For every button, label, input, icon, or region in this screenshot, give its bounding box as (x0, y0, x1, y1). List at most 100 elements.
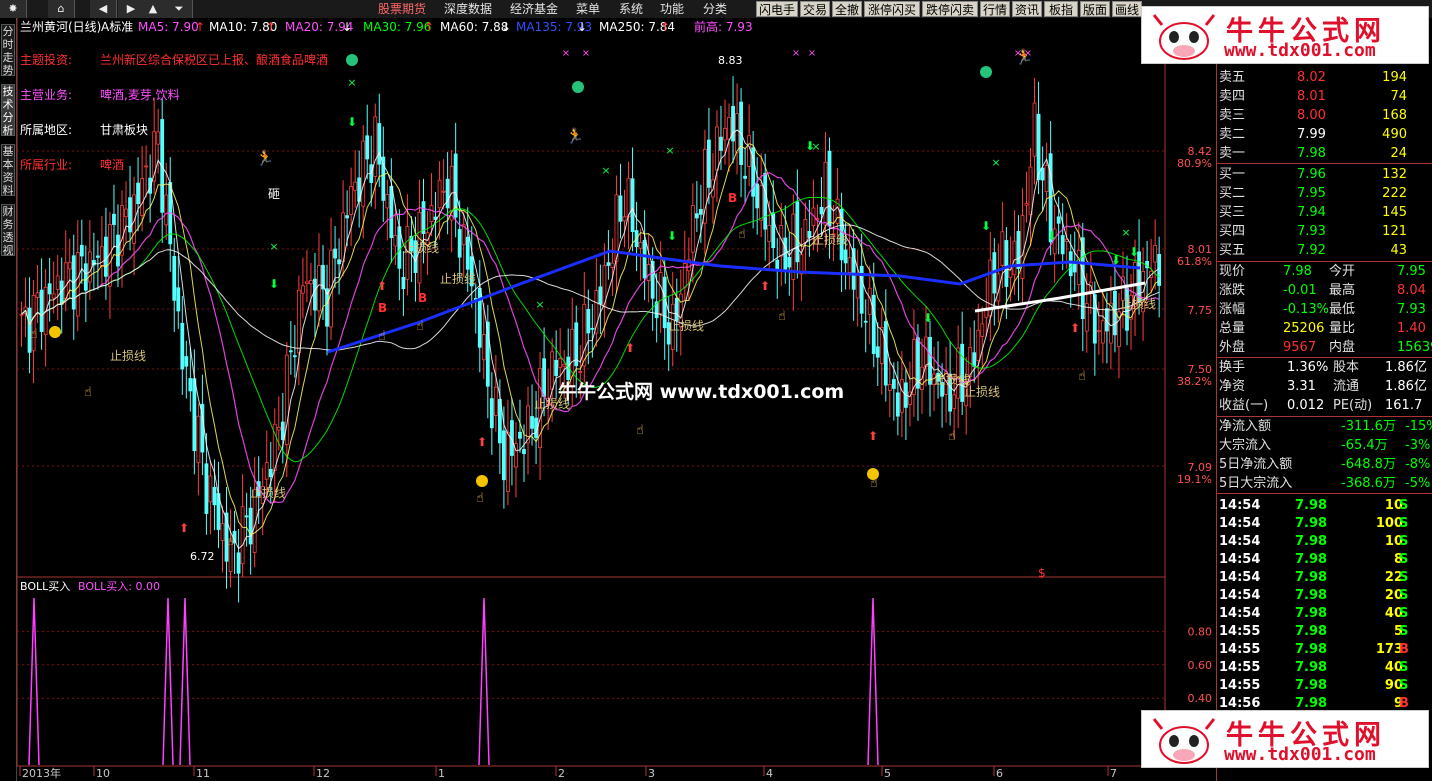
candle-body (1020, 215, 1025, 279)
candle-body (1044, 165, 1049, 193)
tick-time: 14:55 (1219, 624, 1261, 639)
candle-body (827, 150, 832, 227)
candle-body (401, 276, 406, 290)
tick-side: S (1399, 552, 1409, 567)
ask-row[interactable]: 卖二 7.99 490 (1217, 125, 1432, 144)
candle-body (610, 262, 615, 268)
candle-body (441, 190, 446, 193)
ad-banner-bottom[interactable]: 牛牛公式网 www.tdx001.com (1141, 710, 1429, 768)
ma-trend-arrow-icon: ↓ (577, 20, 587, 34)
bid-row[interactable]: 买一 7.96 132 (1217, 165, 1432, 184)
info-value: 啤酒 (100, 157, 124, 172)
bid-price: 7.94 (1297, 205, 1326, 220)
tick-time: 14:55 (1219, 642, 1261, 657)
stop-loss-label: 止损线 (250, 486, 286, 500)
fundamental-row: 换手 1.36% 股本 1.86亿 (1217, 358, 1432, 377)
quote-label: 外盘 (1219, 340, 1246, 355)
candle-body (429, 205, 434, 223)
candle-body (646, 264, 651, 281)
candle-body (465, 236, 470, 270)
cow-mascot-icon (1152, 718, 1216, 764)
indicator-axis-label: 0.40 (1188, 692, 1213, 705)
period-high-label: 8.83 (718, 54, 743, 67)
bid-price: 7.93 (1297, 224, 1326, 239)
check-circle-icon (980, 66, 992, 78)
candle-body (212, 487, 217, 506)
ask-price: 8.02 (1297, 70, 1326, 85)
candle-body (112, 213, 116, 225)
fund-flow-amount: -368.6万 (1341, 476, 1396, 491)
fundamental-row: 收益(一) 0.012 PE(动) 161.7 (1217, 396, 1432, 415)
tick-side: S (1399, 606, 1409, 621)
tick-time: 14:54 (1219, 588, 1261, 603)
hand-pointer-icon: ☝ (636, 423, 644, 438)
smiley-face-icon (867, 468, 879, 480)
candle-body (31, 295, 36, 352)
ad-banner-top[interactable]: 牛牛公式网 www.tdx001.com (1141, 6, 1429, 64)
quote-row: 涨跌 -0.01 最高 8.04 (1217, 281, 1432, 300)
candle-body (288, 350, 293, 353)
bid-row[interactable]: 买四 7.93 121 (1217, 222, 1432, 241)
purple-x-mark-icon: × (562, 48, 570, 59)
bid-row[interactable]: 买五 7.92 43 (1217, 241, 1432, 260)
fundamental-value: 3.31 (1287, 379, 1316, 394)
candle-body (39, 289, 44, 332)
tick-time: 14:54 (1219, 570, 1261, 585)
candle-body (204, 463, 209, 514)
candle-body (309, 280, 313, 285)
info-label: 所属行业: (20, 158, 72, 172)
quote-value: 7.95 (1397, 264, 1426, 279)
candle-body (317, 265, 321, 312)
ask-row[interactable]: 卖一 7.98 24 (1217, 144, 1432, 163)
candle-body (606, 262, 611, 266)
fund-flow-percent: -8% (1405, 457, 1431, 472)
tick-side: B (1399, 642, 1409, 657)
info-value: 啤酒,麦芽,饮料 (100, 87, 180, 102)
fund-flow-label: 净流入额 (1219, 419, 1272, 434)
candle-body (377, 123, 382, 165)
buy-mark-b: B (728, 191, 737, 205)
tick-side: S (1399, 678, 1409, 693)
info-label: 主营业务: (20, 87, 72, 102)
candle-body (530, 416, 534, 429)
ask-row[interactable]: 卖三 8.00 168 (1217, 106, 1432, 125)
candle-body (83, 263, 88, 291)
candle-body (658, 272, 663, 315)
bid-volume: 222 (1382, 186, 1407, 201)
price-axis-label: 38.2% (1177, 375, 1212, 388)
candle-body (823, 161, 828, 226)
candle-body (1004, 240, 1009, 287)
tick-price: 7.98 (1295, 552, 1328, 567)
candle-body (75, 252, 80, 317)
candle-body (662, 276, 667, 329)
candle-body (578, 371, 583, 373)
candle-body (642, 239, 647, 279)
candle-body (489, 398, 494, 429)
candle-body (562, 364, 567, 367)
ma-value-label: 前高: 7.93 (694, 19, 753, 34)
tick-price: 7.98 (1295, 588, 1328, 603)
ask-row[interactable]: 卖五 8.02 194 (1217, 68, 1432, 87)
fundamental-label: 股本 (1333, 360, 1360, 375)
hand-pointer-icon: ☝ (948, 429, 956, 444)
stop-loss-label: 止损线 (110, 349, 146, 363)
quote-row: 现价 7.98 今开 7.95 (1217, 262, 1432, 281)
ask-row[interactable]: 卖四 8.01 74 (1217, 87, 1432, 106)
cross-mark-icon: × (535, 298, 544, 311)
candle-body (895, 392, 900, 417)
main-chart-area[interactable]: 8.836.72砸$BBB止损线止损线止损线止损线止损线止损线止损线止损线止损线… (0, 0, 1216, 781)
bid-row[interactable]: 买三 7.94 145 (1217, 203, 1432, 222)
buy-arrow-icon: ⬆ (179, 521, 189, 535)
bid-level-label: 买三 (1219, 205, 1246, 220)
bid-price: 7.92 (1297, 243, 1326, 258)
candle-body (1016, 231, 1021, 269)
candle-body (723, 127, 727, 141)
bid-row[interactable]: 买二 7.95 222 (1217, 184, 1432, 203)
ma-trend-arrow-icon: ↑ (195, 20, 205, 34)
candle-body (35, 292, 40, 298)
ma-value-label: MA5: 7.90 (138, 20, 199, 34)
purple-x-mark-icon: × (792, 48, 800, 59)
fundamental-label: 流通 (1333, 379, 1360, 394)
quote-value: 7.98 (1283, 264, 1312, 279)
tick-price: 7.98 (1295, 660, 1328, 675)
